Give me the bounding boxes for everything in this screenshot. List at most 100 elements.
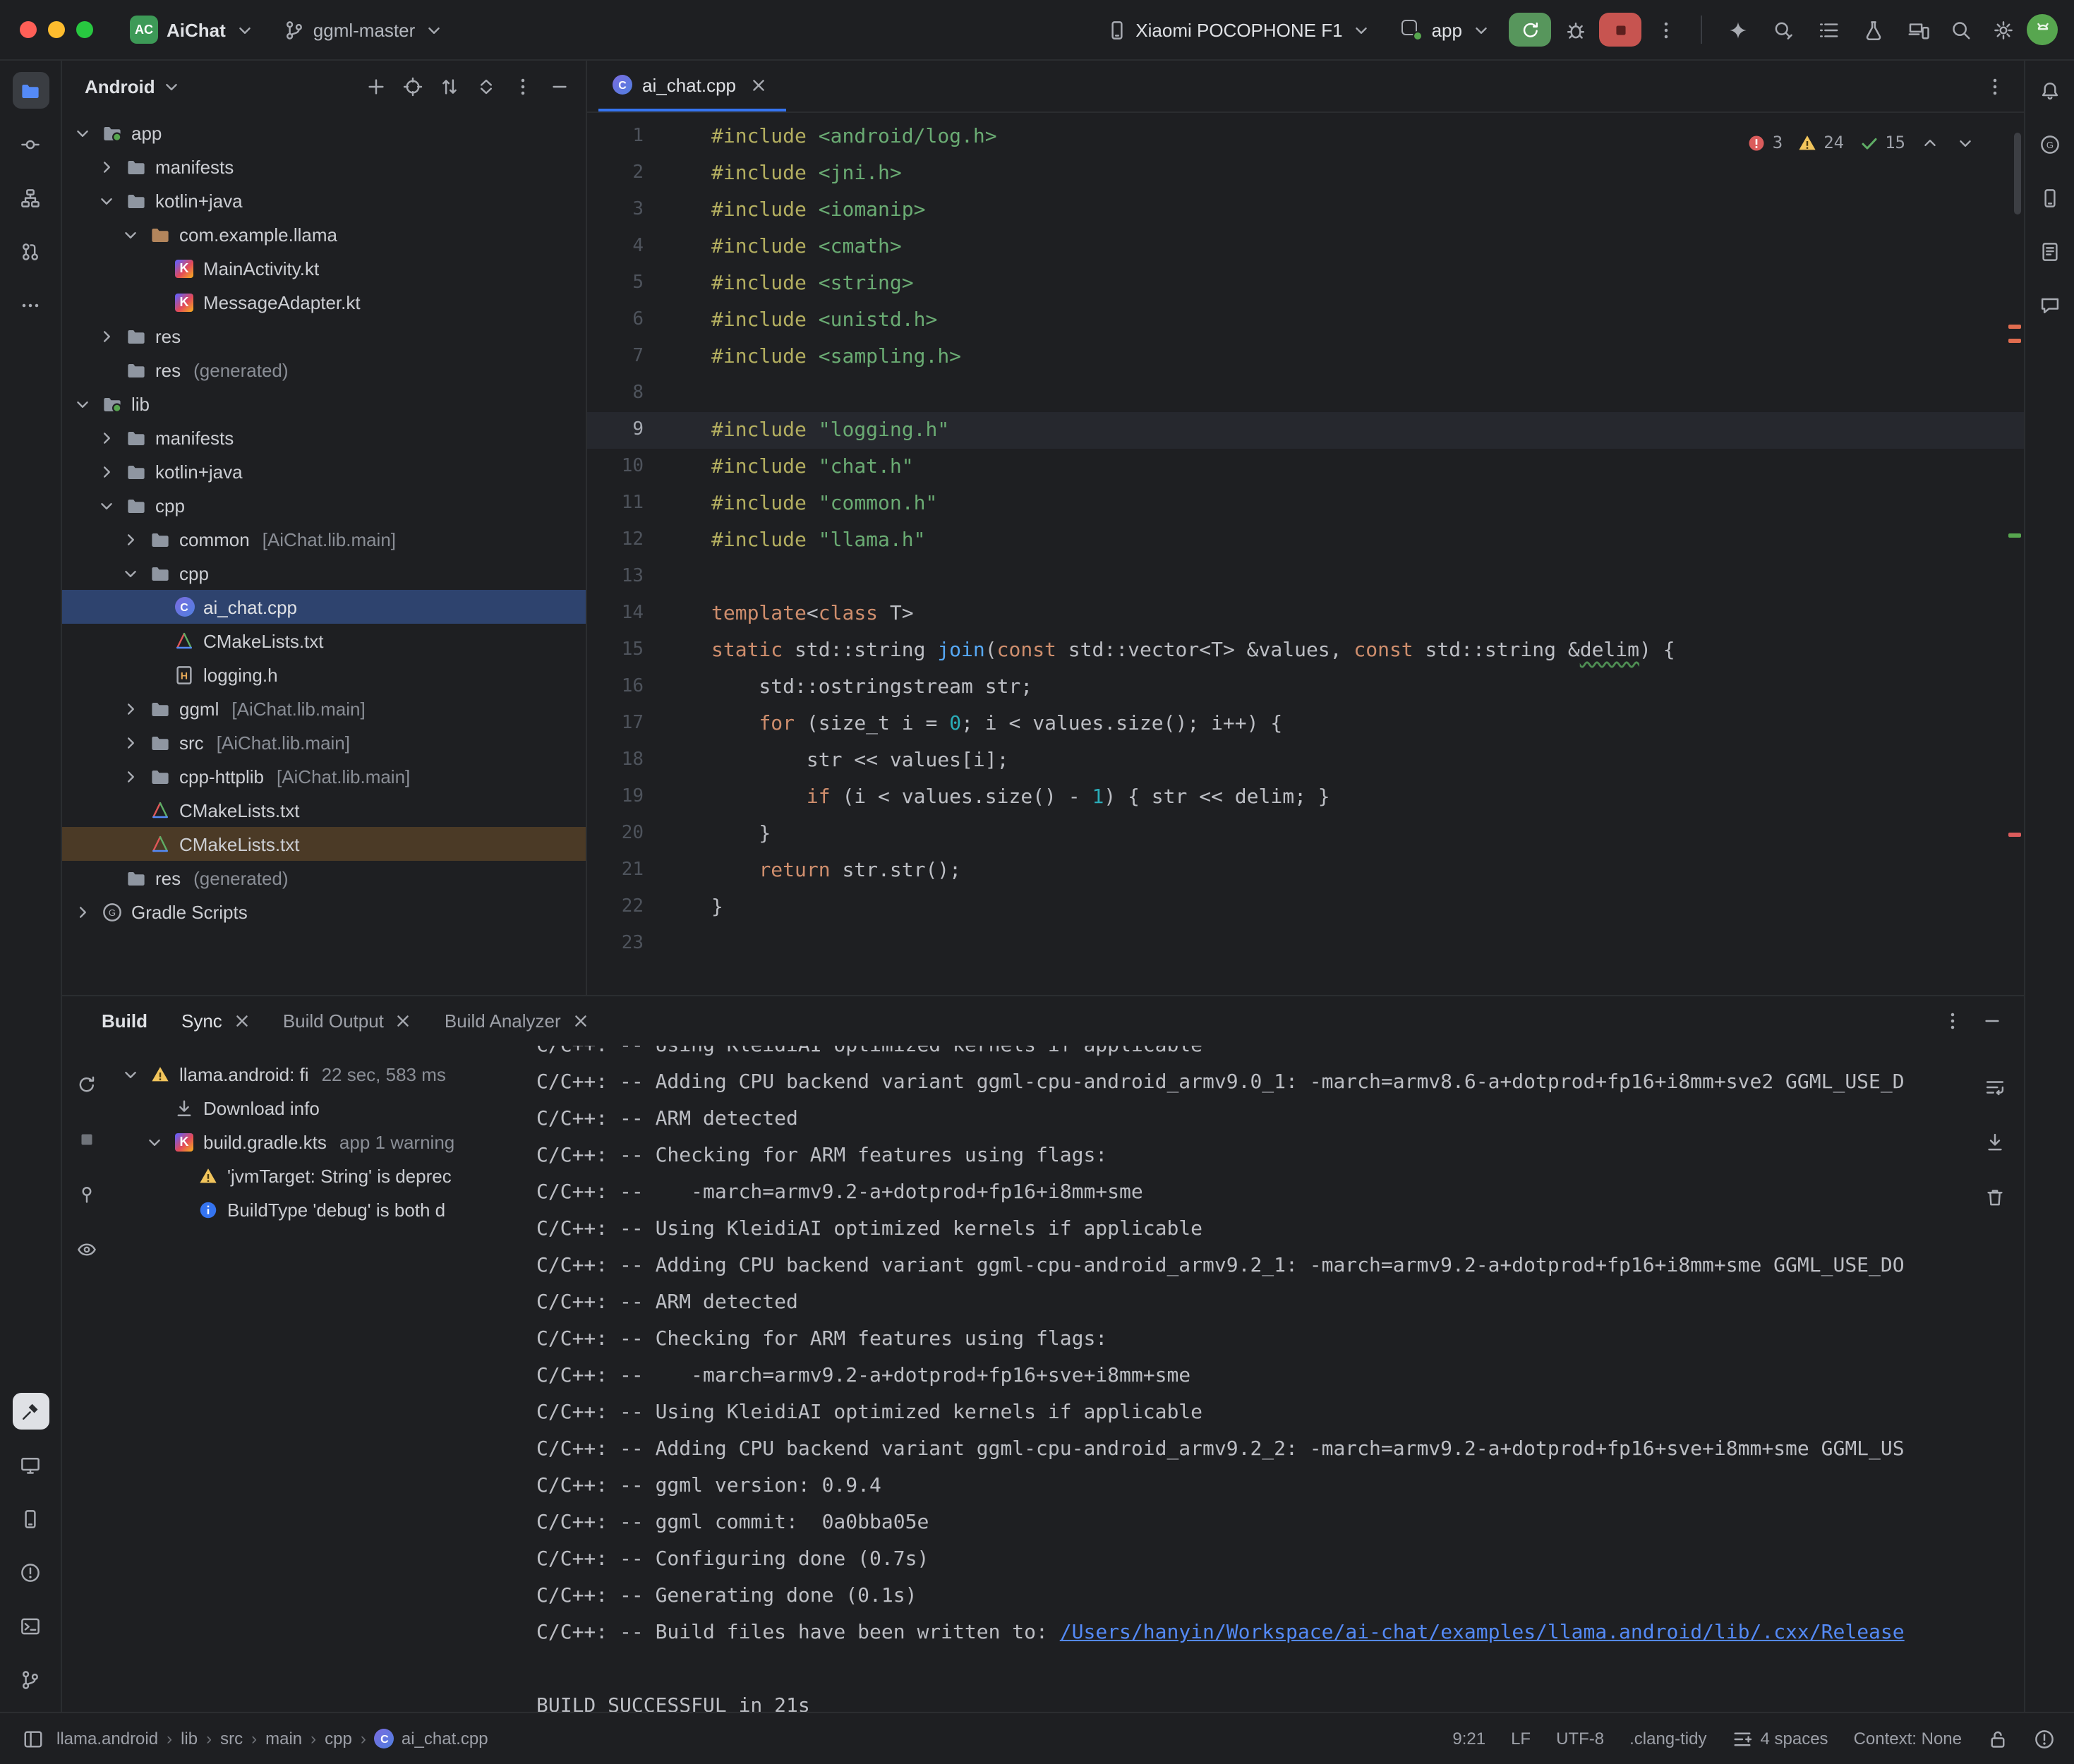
project-tool-button[interactable] bbox=[12, 72, 49, 109]
problems-tool-button[interactable] bbox=[12, 1554, 49, 1590]
more-tool-windows-button[interactable] bbox=[12, 286, 49, 323]
chevron-right-icon[interactable] bbox=[119, 698, 141, 719]
debug-button[interactable] bbox=[1557, 11, 1593, 48]
project-tree-item-cpp[interactable]: cpp bbox=[62, 556, 586, 590]
project-tree-item-res[interactable]: res bbox=[62, 319, 586, 353]
status-lf[interactable]: LF bbox=[1511, 1729, 1531, 1748]
code-line[interactable]: 11#include "common.h" bbox=[587, 485, 2024, 522]
profile-avatar[interactable] bbox=[2027, 14, 2058, 45]
editor-tab-ai-chat-cpp[interactable]: C ai_chat.cpp bbox=[598, 61, 785, 111]
build-tab-build-analyzer[interactable]: Build Analyzer bbox=[430, 996, 608, 1046]
build-tab-build-output[interactable]: Build Output bbox=[269, 996, 430, 1046]
code-inspection-button[interactable] bbox=[1764, 11, 1801, 48]
project-tree-item-cpp[interactable]: cpp bbox=[62, 488, 586, 522]
device-mirroring-button[interactable] bbox=[1900, 11, 1936, 48]
chevron-down-icon[interactable] bbox=[143, 1131, 165, 1152]
rerun-build-button[interactable] bbox=[68, 1065, 104, 1102]
code-line[interactable]: 6#include <unistd.h> bbox=[587, 302, 2024, 339]
close-tab-button[interactable] bbox=[229, 1008, 255, 1034]
project-tree-item-gradle-scripts[interactable]: GGradle Scripts bbox=[62, 895, 586, 929]
device-explorer-tool-button[interactable] bbox=[2032, 179, 2068, 216]
chevron-down-icon[interactable] bbox=[119, 224, 141, 245]
terminal-tool-button[interactable] bbox=[12, 1607, 49, 1644]
chevron-down-icon[interactable] bbox=[71, 393, 93, 414]
minimize-window-button[interactable] bbox=[48, 21, 65, 38]
close-tab-button[interactable] bbox=[746, 72, 771, 97]
version-control-tool-button[interactable] bbox=[12, 1661, 49, 1698]
status-context-none[interactable]: Context: None bbox=[1854, 1729, 1962, 1748]
code-line[interactable]: 3#include <iomanip> bbox=[587, 192, 2024, 229]
settings-button[interactable] bbox=[1984, 11, 2021, 48]
project-tree-item-src[interactable]: src[AiChat.lib.main] bbox=[62, 725, 586, 759]
code-line[interactable]: 14template<class T> bbox=[587, 596, 2024, 632]
gradle-tool-button[interactable]: G bbox=[2032, 126, 2068, 162]
chevron-right-icon[interactable] bbox=[119, 732, 141, 753]
chevron-down-icon[interactable] bbox=[119, 1063, 141, 1085]
build-tree-item-download-info[interactable]: Download info bbox=[110, 1091, 502, 1125]
collapse-all-button[interactable] bbox=[467, 68, 504, 105]
status-4-spaces[interactable]: 4 spaces bbox=[1732, 1728, 1828, 1749]
run-configuration-selector[interactable]: app bbox=[1389, 13, 1503, 47]
build-tab-sync[interactable]: Sync bbox=[167, 996, 269, 1046]
chevron-right-icon[interactable] bbox=[119, 528, 141, 550]
build-view-options-button[interactable] bbox=[68, 1231, 104, 1267]
pull-requests-tool-button[interactable] bbox=[12, 233, 49, 270]
project-tree-item-logging-h[interactable]: Hlogging.h bbox=[62, 658, 586, 691]
editor-scrollbar[interactable] bbox=[2014, 133, 2021, 215]
lock-icon[interactable] bbox=[1987, 1728, 2008, 1749]
add-button[interactable] bbox=[357, 68, 394, 105]
code-line[interactable]: 23 bbox=[587, 926, 2024, 962]
build-options-button[interactable] bbox=[1934, 1003, 1970, 1039]
project-tree-item-mainactivity-kt[interactable]: KMainActivity.kt bbox=[62, 251, 586, 285]
breadcrumb-main[interactable]: main bbox=[265, 1729, 302, 1748]
project-tree-item-lib[interactable]: lib bbox=[62, 387, 586, 421]
close-window-button[interactable] bbox=[20, 21, 37, 38]
chevron-right-icon[interactable] bbox=[95, 461, 117, 482]
next-problem-button[interactable] bbox=[1955, 132, 1976, 153]
chevron-right-icon[interactable] bbox=[71, 901, 93, 922]
project-tree-item-common[interactable]: common[AiChat.lib.main] bbox=[62, 522, 586, 556]
close-tab-button[interactable] bbox=[391, 1008, 416, 1034]
running-devices-tool-button[interactable] bbox=[12, 1446, 49, 1483]
chevron-down-icon[interactable] bbox=[95, 495, 117, 516]
code-line[interactable]: 15static std::string join(const std::vec… bbox=[587, 632, 2024, 669]
code-line[interactable]: 10#include "chat.h" bbox=[587, 449, 2024, 485]
select-opened-file-button[interactable] bbox=[394, 68, 430, 105]
breadcrumb-cpp[interactable]: cpp bbox=[325, 1729, 352, 1748]
build-panel-title[interactable]: Build bbox=[102, 1010, 147, 1032]
expand-all-button[interactable] bbox=[430, 68, 467, 105]
project-tree-item-cmakelists-txt[interactable]: CMakeLists.txt bbox=[62, 624, 586, 658]
breadcrumb-lib[interactable]: lib bbox=[181, 1729, 198, 1748]
gemini-assistant-button[interactable] bbox=[1719, 11, 1756, 48]
task-list-button[interactable] bbox=[1809, 11, 1846, 48]
project-view-selector[interactable]: Android bbox=[85, 76, 155, 97]
device-selector[interactable]: Xiaomi POCOPHONE F1 bbox=[1095, 13, 1383, 46]
build-tree-item-build-gradle-kts[interactable]: Kbuild.gradle.ktsapp 1 warning bbox=[110, 1125, 502, 1159]
device-manager-tool-button[interactable] bbox=[12, 1500, 49, 1537]
build-tree-item-buildtype-debug-is-both-d[interactable]: BuildType 'debug' is both d bbox=[110, 1192, 502, 1226]
close-tab-button[interactable] bbox=[568, 1008, 593, 1034]
code-line[interactable]: 12#include "llama.h" bbox=[587, 522, 2024, 559]
clear-console-button[interactable] bbox=[1976, 1178, 2013, 1215]
rerun-button[interactable] bbox=[1509, 13, 1551, 47]
project-tree-item-cmakelists-txt[interactable]: CMakeLists.txt bbox=[62, 793, 586, 827]
project-tree-item-kotlin-java[interactable]: kotlin+java bbox=[62, 183, 586, 217]
code-line[interactable]: 19 if (i < values.size() - 1) { str << d… bbox=[587, 779, 2024, 816]
commit-tool-button[interactable] bbox=[12, 126, 49, 162]
stop-build-button[interactable] bbox=[68, 1120, 104, 1157]
chevron-down-icon[interactable] bbox=[95, 190, 117, 211]
project-tree-item-res[interactable]: res(generated) bbox=[62, 861, 586, 895]
project-tree-item-res[interactable]: res(generated) bbox=[62, 353, 586, 387]
code-area[interactable]: 1#include <android/log.h>2#include <jni.… bbox=[587, 113, 2024, 995]
chevron-down-icon[interactable] bbox=[161, 76, 182, 97]
build-console[interactable]: C/C++: -- Using KleidiAI optimized kerne… bbox=[502, 1046, 2024, 1712]
code-line[interactable]: 7#include <sampling.h> bbox=[587, 339, 2024, 375]
branch-selector[interactable]: ggml-master bbox=[272, 13, 457, 46]
build-tool-button[interactable] bbox=[12, 1393, 49, 1430]
build-variants-button[interactable] bbox=[1855, 11, 1891, 48]
code-line[interactable]: 13 bbox=[587, 559, 2024, 596]
console-link[interactable]: /Users/hanyin/Workspace/ai-chat/examples… bbox=[1060, 1621, 1905, 1644]
code-line[interactable]: 4#include <cmath> bbox=[587, 229, 2024, 265]
code-line[interactable]: 17 for (size_t i = 0; i < values.size();… bbox=[587, 706, 2024, 742]
hide-project-panel-button[interactable] bbox=[541, 68, 577, 105]
